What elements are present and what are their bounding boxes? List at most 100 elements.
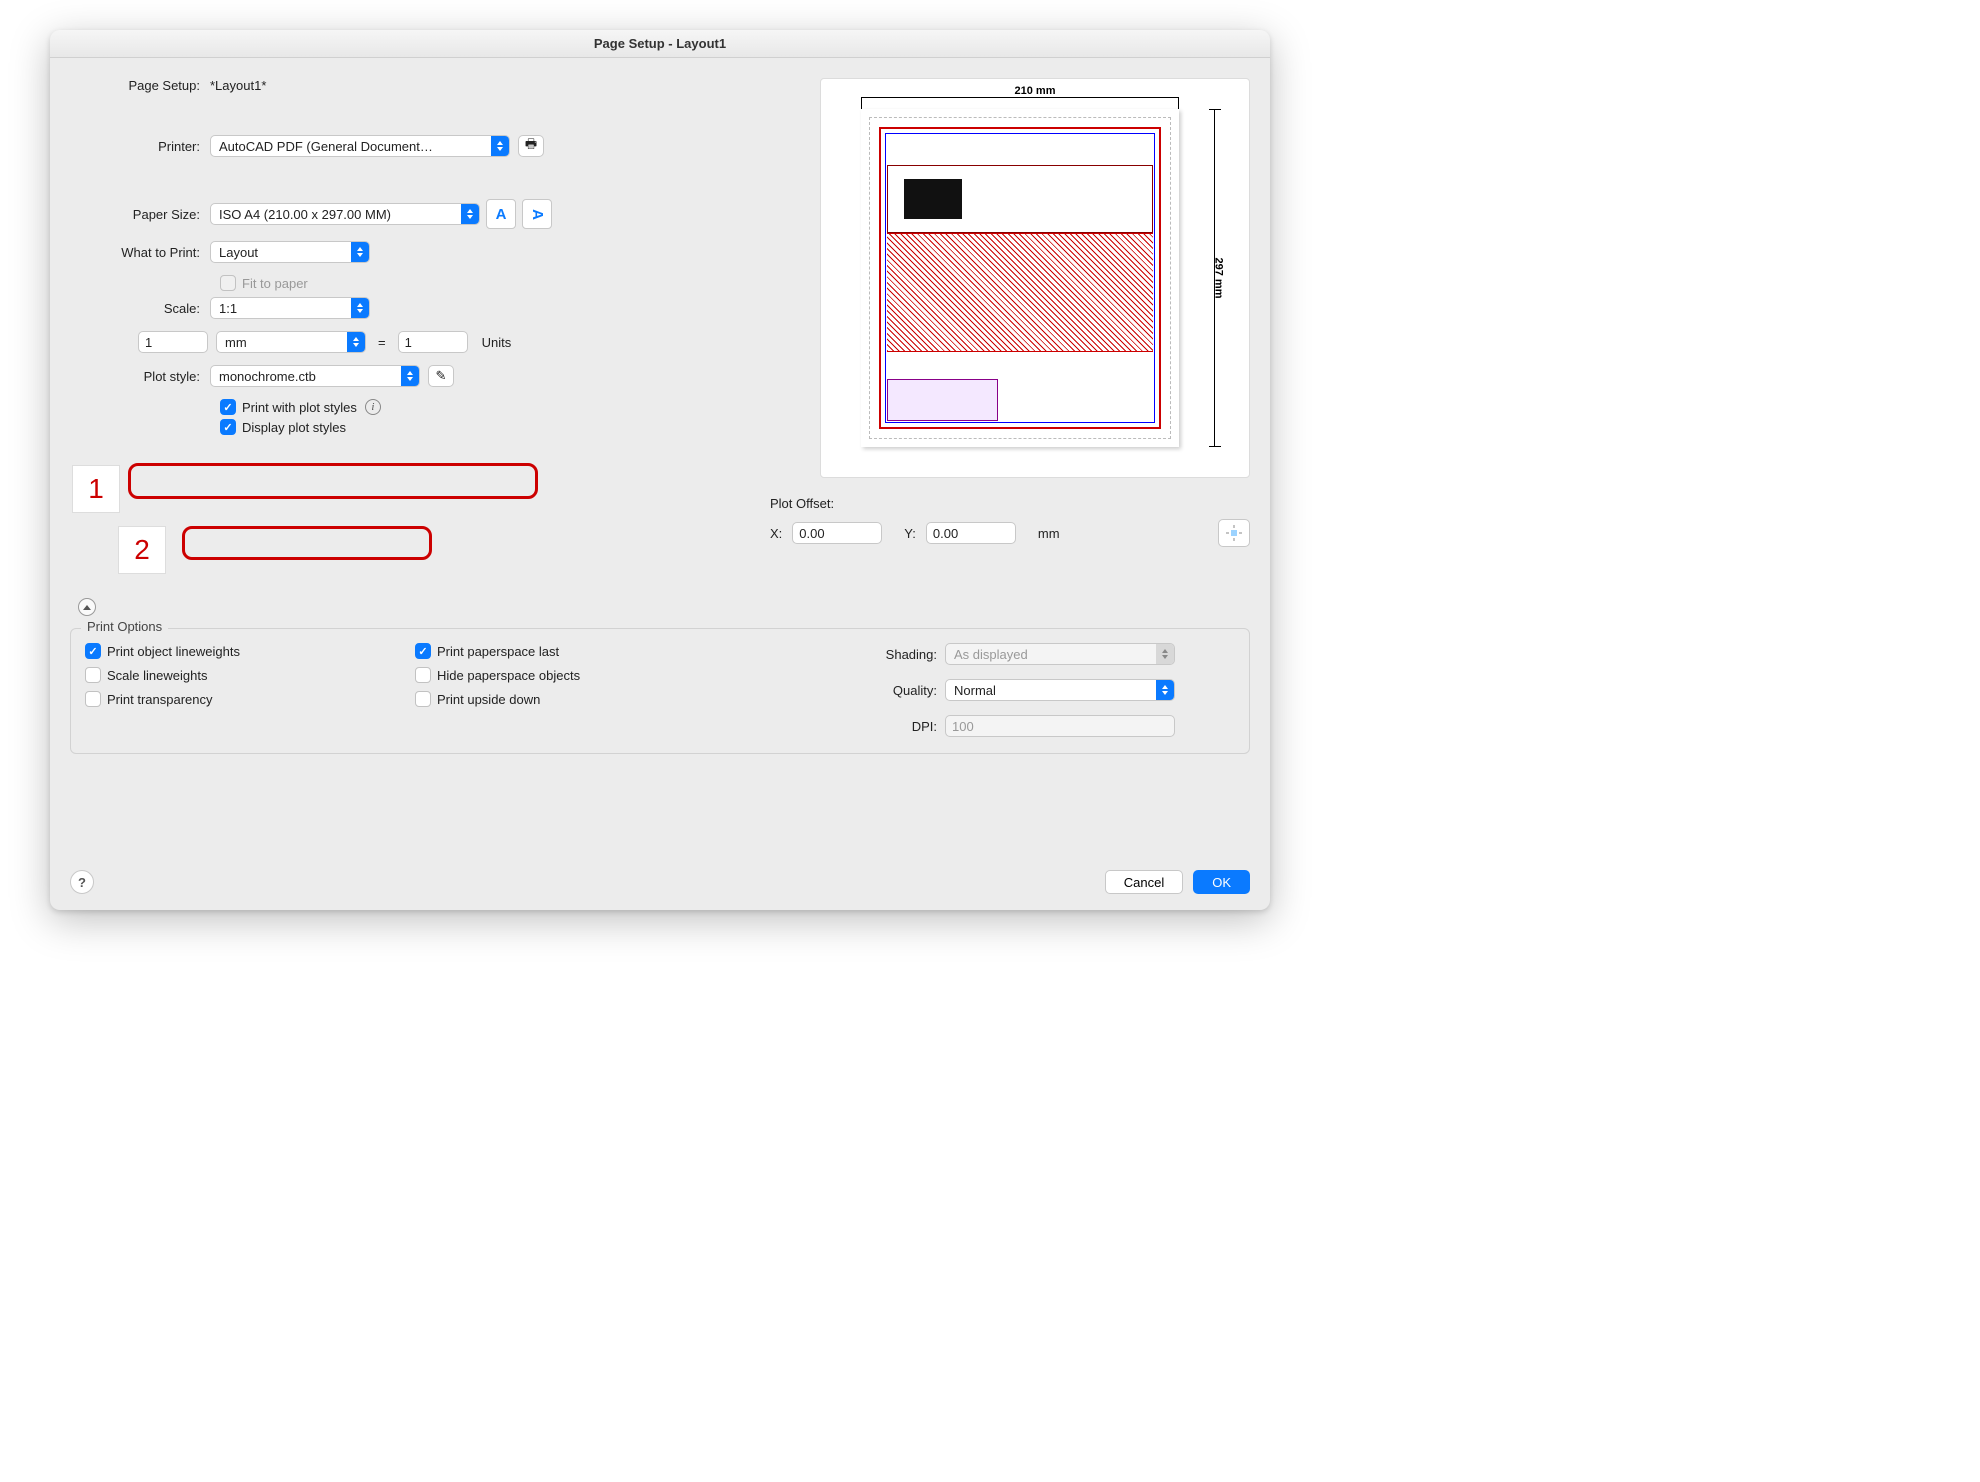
what-to-print-select[interactable]: Layout [210, 241, 370, 263]
page-setup-value: *Layout1* [210, 78, 266, 93]
chevron-updown-icon [347, 332, 365, 352]
print-object-lineweights-label: Print object lineweights [107, 644, 240, 659]
plot-style-select[interactable]: monochrome.ctb [210, 365, 420, 387]
fit-to-paper-checkbox: Fit to paper [220, 275, 308, 291]
letter-a-rotated-icon: A [529, 209, 546, 220]
scale-units-select[interactable]: mm [216, 331, 366, 353]
print-paperspace-last-checkbox[interactable]: Print paperspace last [415, 643, 745, 659]
annotation-1-box [128, 463, 538, 499]
paper-size-value: ISO A4 (210.00 x 297.00 MM) [219, 207, 455, 222]
orientation-portrait-button[interactable]: A [486, 199, 516, 229]
print-transparency-label: Print transparency [107, 692, 213, 707]
printer-properties-button[interactable]: 🖶 [518, 135, 544, 157]
scale-drawing-value: 1 [145, 335, 152, 350]
display-plot-styles-label: Display plot styles [242, 420, 346, 435]
checkbox-checked-icon [220, 419, 236, 435]
paper-size-select[interactable]: ISO A4 (210.00 x 297.00 MM) [210, 203, 480, 225]
plot-style-label: Plot style: [70, 369, 210, 384]
shading-select: As displayed [945, 643, 1175, 665]
paper-size-label: Paper Size: [70, 207, 210, 222]
offset-x-label: X: [770, 526, 782, 541]
printer-select[interactable]: AutoCAD PDF (General Document… [210, 135, 510, 157]
cancel-button[interactable]: Cancel [1105, 870, 1183, 894]
print-with-plot-styles-label: Print with plot styles [242, 400, 357, 415]
plot-offset-section: Plot Offset: X: 0.00 Y: 0.00 mm [770, 496, 1250, 547]
window-title: Page Setup - Layout1 [50, 30, 1270, 58]
printer-icon: 🖶 [525, 135, 537, 157]
chevron-updown-icon [461, 204, 479, 224]
quality-select[interactable]: Normal [945, 679, 1175, 701]
center-icon [1225, 524, 1243, 542]
offset-y-input[interactable]: 0.00 [926, 522, 1016, 544]
dialog-content: Page Setup: *Layout1* Printer: AutoCAD P… [50, 58, 1270, 910]
orientation-landscape-button[interactable]: A [522, 199, 552, 229]
page-setup-label: Page Setup: [70, 78, 210, 93]
offset-x-input[interactable]: 0.00 [792, 522, 882, 544]
offset-y-value: 0.00 [933, 526, 958, 541]
right-column: 210 mm 297 mm Plot Offset: X: [770, 78, 1250, 547]
print-options-title: Print Options [81, 619, 168, 634]
chevron-updown-icon [351, 298, 369, 318]
chevron-updown-icon [1156, 644, 1174, 664]
hide-paperspace-checkbox[interactable]: Hide paperspace objects [415, 667, 745, 683]
preview-hatch [887, 233, 1153, 352]
equals-label: = [366, 335, 398, 350]
plot-offset-title: Plot Offset: [770, 496, 1250, 511]
quality-value: Normal [954, 683, 1150, 698]
print-transparency-checkbox[interactable]: Print transparency [85, 691, 415, 707]
page-setup-dialog: Page Setup - Layout1 Page Setup: *Layout… [50, 30, 1270, 910]
print-object-lineweights-checkbox[interactable]: Print object lineweights [85, 643, 415, 659]
annotation-2-box [182, 526, 432, 560]
scale-units-value: mm [225, 335, 341, 350]
scale-lineweights-checkbox[interactable]: Scale lineweights [85, 667, 415, 683]
shading-value: As displayed [954, 647, 1150, 662]
collapse-toggle-button[interactable] [78, 598, 96, 616]
shading-label: Shading: [855, 647, 945, 662]
center-plot-button[interactable] [1218, 519, 1250, 547]
offset-x-value: 0.00 [799, 526, 824, 541]
units-label: Units [468, 335, 512, 350]
dpi-label: DPI: [855, 719, 945, 734]
preview-roof [887, 165, 1153, 234]
edit-icon: ✎ [436, 368, 447, 384]
checkbox-icon [85, 667, 101, 683]
fit-to-paper-label: Fit to paper [242, 276, 308, 291]
chevron-updown-icon [1156, 680, 1174, 700]
dimension-vertical-icon [1214, 109, 1215, 447]
ok-button[interactable]: OK [1193, 870, 1250, 894]
scale-paper-input[interactable]: 1 [398, 331, 468, 353]
dpi-input: 100 [945, 715, 1175, 737]
print-with-plot-styles-checkbox[interactable]: Print with plot styles [220, 399, 357, 415]
printer-label: Printer: [70, 139, 210, 154]
plot-style-edit-button[interactable]: ✎ [428, 365, 454, 387]
checkbox-checked-icon [85, 643, 101, 659]
checkbox-icon [220, 275, 236, 291]
annotation-1: 1 [72, 465, 120, 513]
dimension-horizontal-icon [861, 97, 1179, 98]
scale-lineweights-label: Scale lineweights [107, 668, 207, 683]
preview-width-label: 210 mm [1015, 85, 1056, 97]
print-paperspace-last-label: Print paperspace last [437, 644, 559, 659]
page-preview: 210 mm 297 mm [820, 78, 1250, 478]
print-upside-down-label: Print upside down [437, 692, 540, 707]
scale-drawing-input[interactable]: 1 [138, 331, 208, 353]
dialog-footer: ? Cancel OK [70, 870, 1250, 894]
dpi-value: 100 [952, 719, 974, 734]
info-icon[interactable]: i [365, 399, 381, 415]
checkbox-icon [415, 691, 431, 707]
checkbox-checked-icon [415, 643, 431, 659]
letter-a-icon: A [496, 206, 507, 223]
scale-value: 1:1 [219, 301, 345, 316]
help-button[interactable]: ? [70, 870, 94, 894]
checkbox-icon [85, 691, 101, 707]
what-to-print-value: Layout [219, 245, 345, 260]
left-column: Page Setup: *Layout1* Printer: AutoCAD P… [70, 78, 730, 435]
scale-paper-value: 1 [405, 335, 412, 350]
scale-label: Scale: [70, 301, 210, 316]
print-options-group: Print Options Print object lineweights S… [70, 628, 1250, 754]
checkbox-icon [415, 667, 431, 683]
scale-select[interactable]: 1:1 [210, 297, 370, 319]
display-plot-styles-checkbox[interactable]: Display plot styles [220, 419, 346, 435]
print-upside-down-checkbox[interactable]: Print upside down [415, 691, 745, 707]
preview-legend [887, 379, 998, 421]
